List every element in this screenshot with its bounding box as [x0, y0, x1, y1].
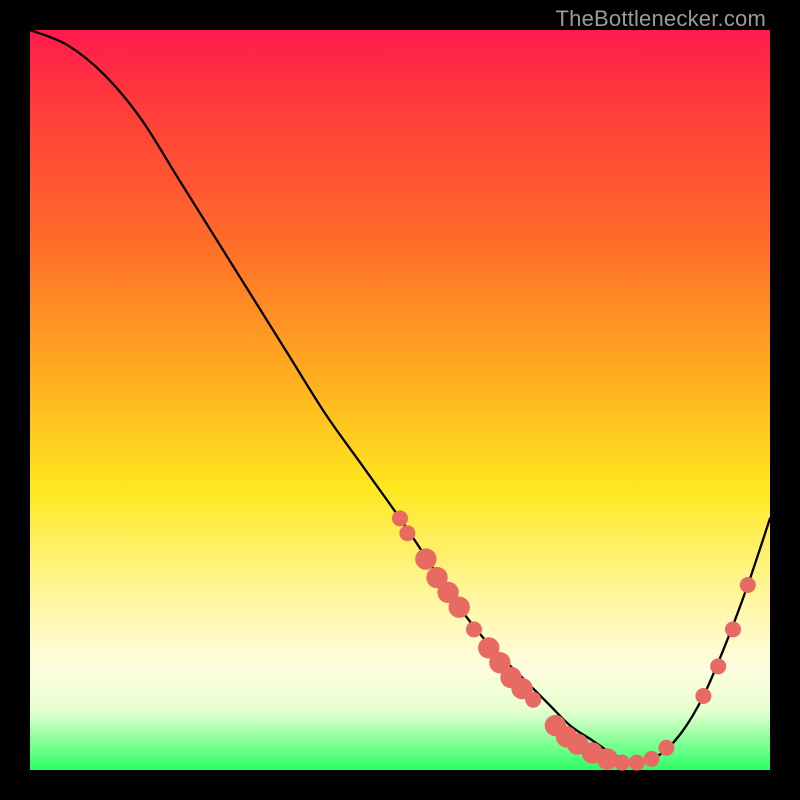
curve-svg — [30, 30, 770, 770]
curve-marker — [658, 740, 674, 756]
curve-marker — [415, 548, 436, 569]
watermark-text: TheBottlenecker.com — [556, 6, 766, 32]
chart-plot-area — [30, 30, 770, 770]
curve-marker — [614, 755, 630, 771]
curve-marker — [466, 621, 482, 637]
curve-marker — [695, 688, 711, 704]
curve-marker — [629, 755, 645, 771]
curve-marker — [392, 510, 408, 526]
curve-marker — [597, 748, 618, 769]
curve-marker — [740, 577, 756, 593]
curve-markers — [392, 510, 756, 770]
curve-marker — [449, 597, 470, 618]
curve-marker — [525, 692, 541, 708]
curve-marker — [399, 525, 415, 541]
curve-marker — [725, 621, 741, 637]
bottleneck-curve — [30, 30, 770, 763]
curve-marker — [644, 751, 660, 767]
curve-marker — [710, 658, 726, 674]
